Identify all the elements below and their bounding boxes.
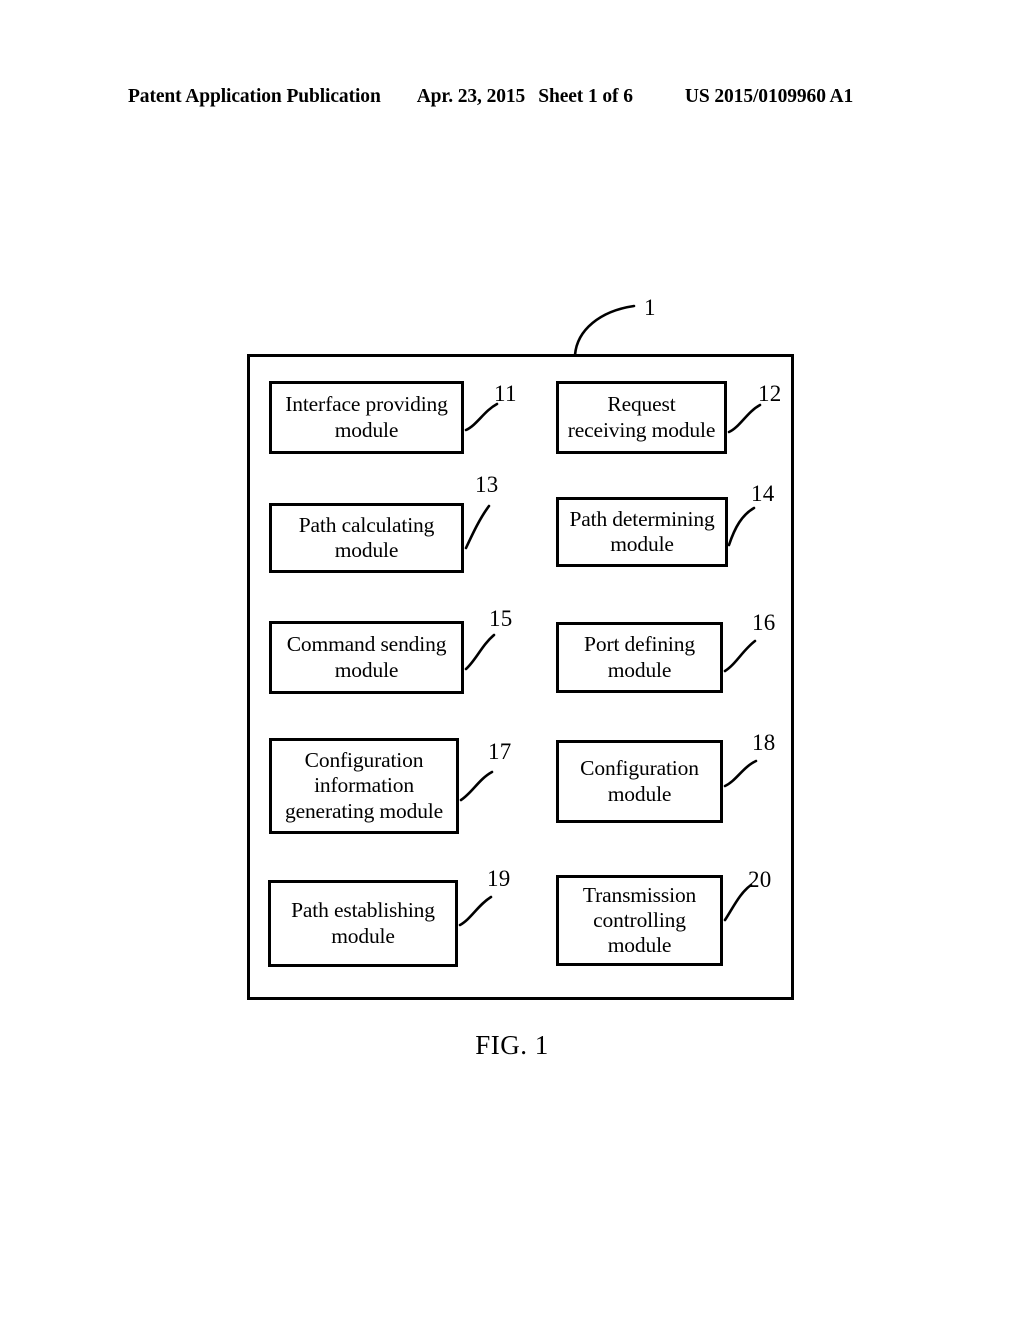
module-box-port-defining: Port defining module	[556, 622, 723, 693]
module-label-command-sending: Command sending module	[286, 632, 447, 682]
ref-numeral-17: 17	[488, 739, 512, 764]
module-label-configuration: Configuration module	[580, 756, 699, 806]
module-label-transmission-controlling: Transmission controlling module	[582, 882, 697, 958]
ref-numeral-11: 11	[494, 381, 517, 406]
module-label-path-establishing: Path establishing module	[291, 898, 435, 948]
module-label-request-receiving: Request receiving module	[567, 392, 716, 442]
module-box-path-calculating: Path calculating module	[269, 503, 464, 573]
ref-numeral-13: 13	[475, 472, 499, 497]
leader-line-1	[573, 304, 636, 357]
ref-numeral-14: 14	[751, 481, 775, 506]
ref-numeral-19: 19	[487, 866, 511, 891]
module-box-configuration: Configuration module	[556, 740, 723, 823]
module-box-request-receiving: Request receiving module	[556, 381, 727, 454]
module-label-path-calculating: Path calculating module	[298, 512, 435, 562]
module-box-path-determining: Path determining module	[556, 497, 728, 567]
module-label-configuration-information-generating: Configuration information generating mod…	[284, 748, 444, 823]
ref-numeral-18: 18	[752, 730, 776, 755]
module-box-interface-providing: Interface providing module	[269, 381, 464, 454]
module-label-path-determining: Path determining module	[569, 506, 715, 556]
figure-caption: FIG. 1	[475, 1030, 549, 1060]
ref-numeral-15: 15	[489, 606, 513, 631]
module-label-interface-providing: Interface providing module	[285, 392, 448, 442]
ref-numeral-12: 12	[758, 381, 782, 406]
module-box-path-establishing: Path establishing module	[268, 880, 458, 967]
module-box-configuration-information-generating: Configuration information generating mod…	[269, 738, 459, 834]
figure-1-diagram: Interface providing module Request recei…	[0, 0, 1024, 1320]
module-box-transmission-controlling: Transmission controlling module	[556, 875, 723, 966]
ref-numeral-1: 1	[644, 295, 656, 320]
module-box-command-sending: Command sending module	[269, 621, 464, 694]
ref-numeral-16: 16	[752, 610, 776, 635]
ref-numeral-20: 20	[748, 867, 772, 892]
module-label-port-defining: Port defining module	[584, 632, 695, 682]
